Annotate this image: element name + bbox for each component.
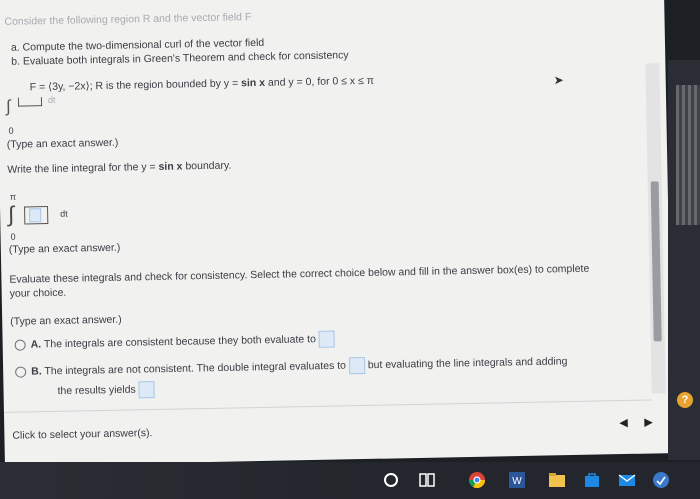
footer-instruction: Click to select your answer(s).	[12, 427, 153, 442]
evaluate-instruction-line-1: Evaluate these integrals and check for c…	[9, 262, 590, 286]
choice-b-line-integral-box[interactable]	[138, 381, 155, 399]
choice-a-answer-box[interactable]	[318, 330, 335, 348]
mouse-cursor-icon: ➤	[553, 73, 564, 88]
scrollbar[interactable]	[645, 63, 666, 394]
integral-2-dt: dt	[60, 208, 68, 219]
hint-2: (Type an exact answer.)	[8, 241, 121, 256]
word-icon[interactable]: W	[508, 471, 526, 489]
problem-intro: Consider the following region R and the …	[4, 11, 252, 28]
screen: Consider the following region R and the …	[0, 0, 700, 499]
choice-b-double-integral-box[interactable]	[348, 356, 366, 375]
evaluate-instruction-line-2: your choice.	[9, 286, 67, 300]
prev-question-icon[interactable]: ◀	[619, 416, 628, 429]
choice-a-radio[interactable]	[14, 339, 26, 351]
next-question-icon[interactable]: ▶	[644, 415, 653, 428]
integral-symbol-1: ∫	[5, 96, 11, 116]
hint-3: (Type an exact answer.)	[10, 313, 122, 328]
question-panel: Consider the following region R and the …	[0, 0, 673, 466]
vector-field-statement: F = ⟨3y, −2x⟩; R is the region bounded b…	[29, 74, 375, 94]
integral-symbol-2: ∫	[7, 201, 15, 227]
cortana-icon[interactable]	[382, 471, 400, 489]
scrollbar-thumb[interactable]	[650, 181, 662, 342]
taskbar: W	[0, 462, 700, 499]
integral-2-lower-limit: 0	[10, 231, 16, 242]
answer-box-inner[interactable]	[29, 208, 42, 223]
taskbar-search-area	[0, 462, 360, 499]
background-window-strip	[676, 85, 700, 225]
hint-1: (Type an exact answer.)	[6, 136, 119, 151]
svg-text:W: W	[512, 476, 522, 487]
browser-icon[interactable]	[652, 471, 670, 489]
file-explorer-icon[interactable]	[548, 471, 566, 489]
choice-a[interactable]: A. The integrals are consistent because …	[14, 330, 335, 354]
integral-2-upper-limit: π	[9, 191, 17, 202]
choice-b-continued: the results yields	[57, 381, 155, 400]
line-integral-prompt: Write the line integral for the y = sin …	[7, 159, 232, 176]
answer-box-integrand-2[interactable]	[24, 206, 49, 225]
choice-b-radio[interactable]	[15, 366, 27, 378]
help-icon[interactable]: ?	[677, 392, 693, 408]
choice-b[interactable]: B. The integrals are not consistent. The…	[15, 353, 568, 381]
answer-box-integrand-1[interactable]	[17, 97, 43, 107]
integral-1-lower-limit: 0	[8, 125, 14, 136]
integral-1-dt: dt	[47, 94, 56, 106]
footer-divider	[3, 399, 652, 413]
task-view-icon[interactable]	[418, 471, 436, 489]
chrome-icon[interactable]	[468, 471, 486, 489]
store-icon[interactable]	[583, 471, 601, 489]
mail-icon[interactable]	[618, 471, 636, 489]
